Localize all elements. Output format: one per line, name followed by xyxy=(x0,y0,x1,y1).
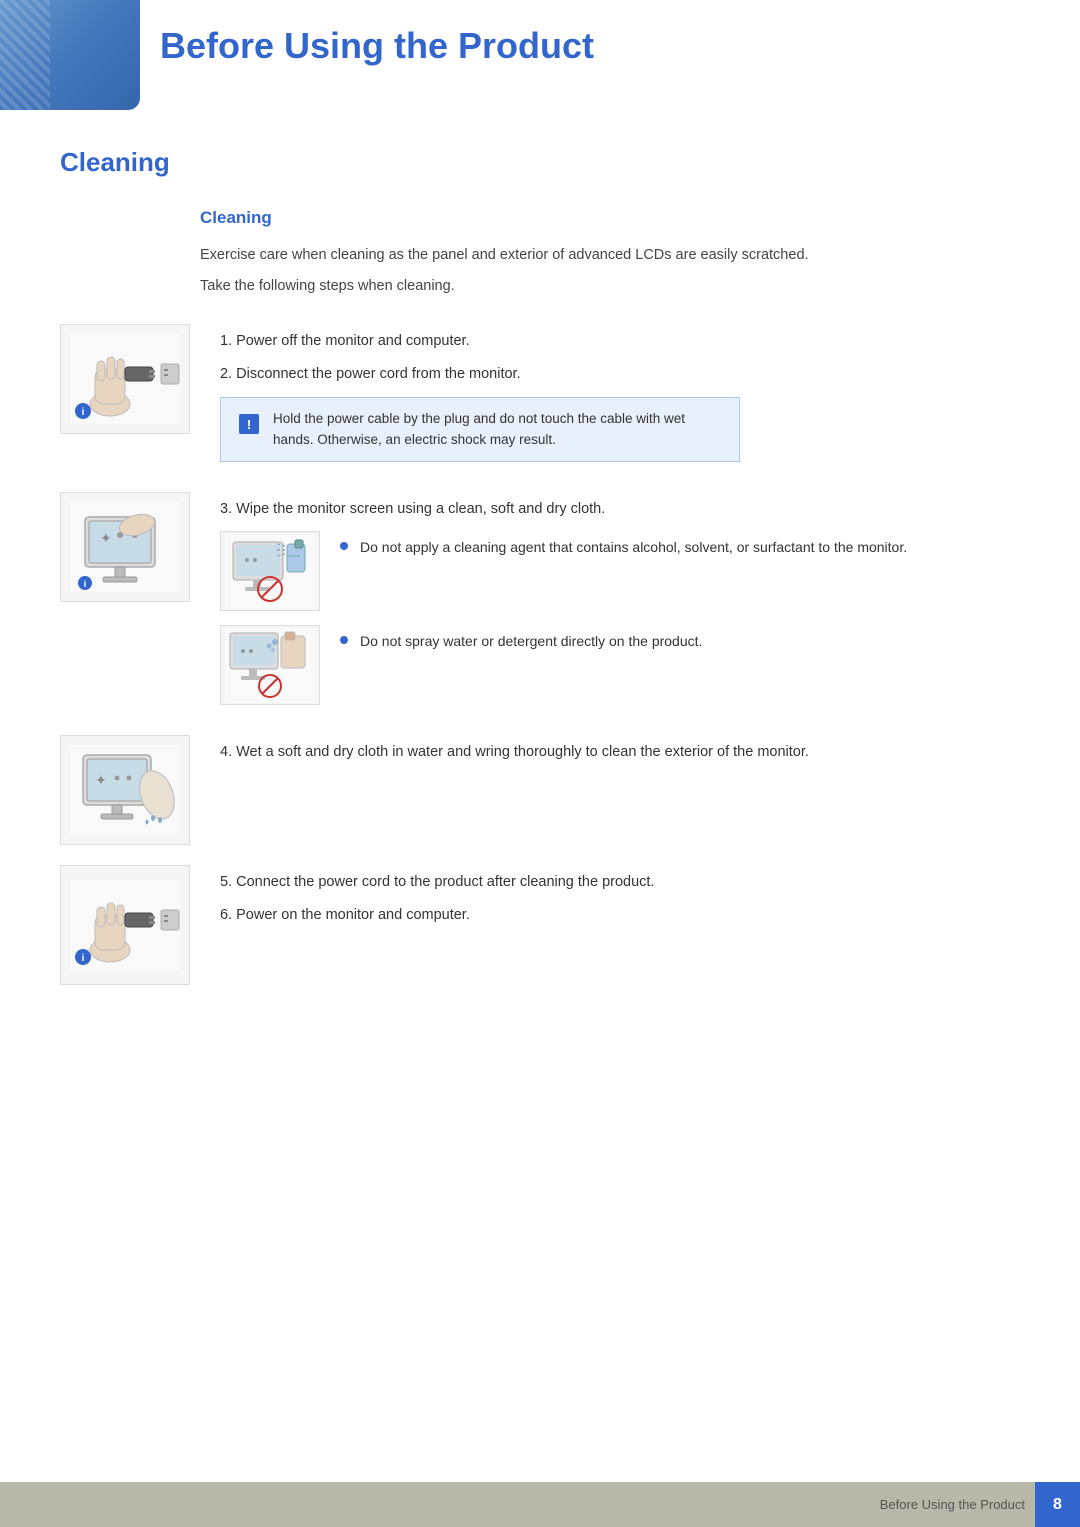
step56-content: 5. Connect the power cord to the product… xyxy=(220,865,1020,935)
header-blue-decoration xyxy=(0,0,140,110)
step3-text: 3. Wipe the monitor screen using a clean… xyxy=(220,497,1020,522)
page-title: Before Using the Product xyxy=(0,0,1080,87)
footer-text: Before Using the Product xyxy=(880,1497,1035,1512)
step2-text: 2. Disconnect the power cord from the mo… xyxy=(220,362,1020,387)
no-alcohol-illustration xyxy=(220,531,320,611)
step1-content: 1. Power off the monitor and computer. 2… xyxy=(220,324,1020,471)
power-on-illustration: i xyxy=(60,865,190,985)
page-number: 8 xyxy=(1035,1482,1080,1527)
intro-text-1: Exercise care when cleaning as the panel… xyxy=(60,244,1020,267)
warning-box-1: ! Hold the power cable by the plug and d… xyxy=(220,397,740,462)
step4-content: 4. Wet a soft and dry cloth in water and… xyxy=(220,735,1020,773)
bullet-row-2: Do not spray water or detergent directly… xyxy=(220,625,1020,705)
step-block-1: i 1. Power off the monitor and computer.… xyxy=(60,324,1020,471)
step1-text: 1. Power off the monitor and computer. xyxy=(220,329,1020,354)
bullet-text-2: Do not spray water or detergent directly… xyxy=(360,630,702,652)
page-footer: Before Using the Product 8 xyxy=(0,1482,1080,1527)
step-block-4: ✦ 4. Wet a soft and dry cloth in water a… xyxy=(60,735,1020,845)
bullet-row-1: Do not apply a cleaning agent that conta… xyxy=(220,531,1020,611)
warning-text-1: Hold the power cable by the plug and do … xyxy=(273,408,725,451)
warning-icon-1: ! xyxy=(235,410,263,438)
wipe-screen-illustration: ✦ i xyxy=(60,492,190,602)
step5-text: 5. Connect the power cord to the product… xyxy=(220,870,1020,895)
wet-cloth-illustration: ✦ xyxy=(60,735,190,845)
power-off-illustration: i xyxy=(60,324,190,434)
bullet-text-1: Do not apply a cleaning agent that conta… xyxy=(360,536,907,558)
svg-text:✦: ✦ xyxy=(100,530,112,546)
svg-text:✦: ✦ xyxy=(95,772,107,788)
bullet-dot-1 xyxy=(340,542,348,550)
step4-text: 4. Wet a soft and dry cloth in water and… xyxy=(220,740,1020,765)
section-title: Cleaning xyxy=(60,137,1020,178)
svg-text:!: ! xyxy=(247,417,251,432)
no-spray-illustration xyxy=(220,625,320,705)
svg-text:i: i xyxy=(82,953,85,964)
page-header: Before Using the Product xyxy=(0,0,1080,117)
step-block-56: i 5. Connect the power cord to the produ… xyxy=(60,865,1020,985)
step3-content: 3. Wipe the monitor screen using a clean… xyxy=(220,492,1020,716)
main-content: Cleaning Cleaning Exercise care when cle… xyxy=(0,117,1080,1065)
svg-text:i: i xyxy=(84,579,87,589)
svg-text:i: i xyxy=(82,407,85,418)
subsection-title: Cleaning xyxy=(60,208,1020,228)
bullet-dot-2 xyxy=(340,636,348,644)
step6-text: 6. Power on the monitor and computer. xyxy=(220,903,1020,928)
header-stripe xyxy=(0,0,50,110)
intro-text-2: Take the following steps when cleaning. xyxy=(60,275,1020,298)
step-block-3: ✦ i 3. Wipe the monitor screen using a c… xyxy=(60,492,1020,716)
